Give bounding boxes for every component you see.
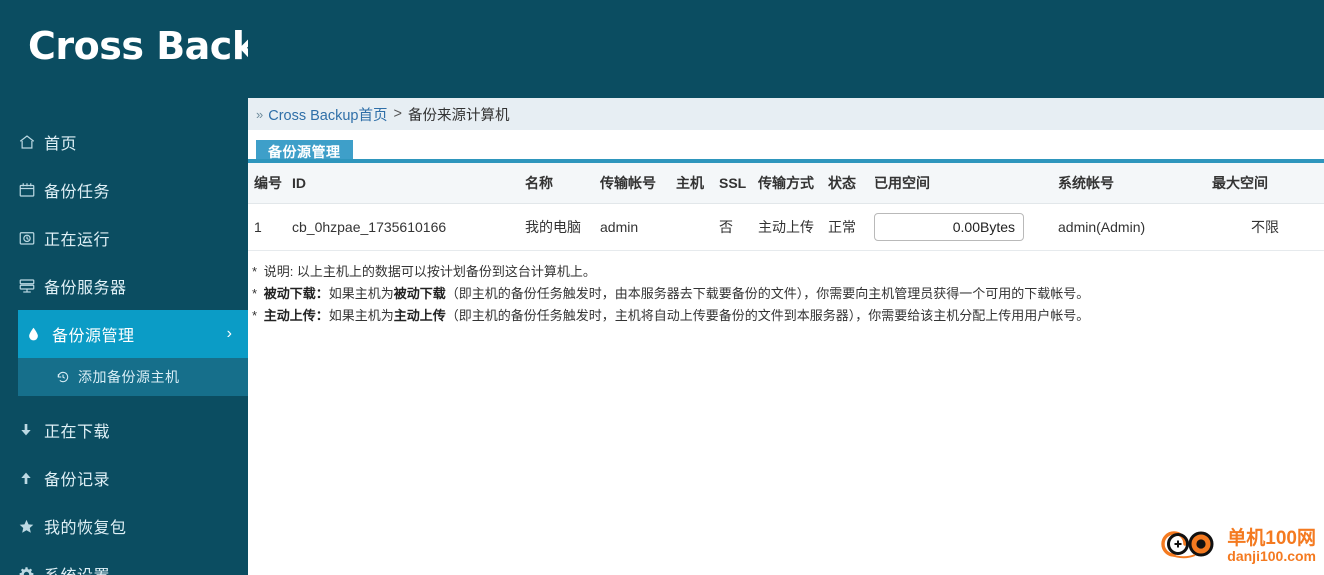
col-used-space: 已用空间: [868, 163, 1052, 204]
table-header-row: 编号 ID 名称 传输帐号 主机 SSL 传输方式 状态 已用空间 系统帐号 最…: [248, 163, 1324, 204]
sidebar-item-system-settings[interactable]: 系统设置: [0, 550, 248, 575]
note-lead: 被动下载：: [263, 286, 329, 301]
cell-max-space: 不限: [1206, 203, 1324, 251]
sidebar-item-label: 备份服务器: [44, 280, 127, 297]
col-max-space: 最大空间: [1206, 163, 1324, 204]
breadcrumb-home-link[interactable]: Cross Backup首页: [268, 104, 387, 125]
sidebar-item-label: 备份记录: [44, 472, 111, 489]
note-text-after: （即主机的备份任务触发时，由本服务器去下载要备份的文件），你需要向主机管理员获得…: [445, 286, 1090, 301]
arrow-up-icon: [18, 470, 44, 486]
sidebar-subitem-label: 添加备份源主机: [78, 369, 180, 385]
arrow-down-icon: [18, 422, 44, 438]
sidebar-subitem-add-backup-source-host[interactable]: 添加备份源主机: [18, 358, 248, 396]
tab-bar: 备份源管理: [248, 131, 1324, 164]
note-star: *: [252, 264, 258, 279]
sidebar-item-label: 正在下载: [44, 424, 111, 441]
sidebar-item-label: 我的恢复包: [44, 520, 127, 537]
note-lead: 说明:: [263, 264, 294, 279]
note-text-after: （即主机的备份任务触发时，主机将自动上传要备份的文件到本服务器），你需要给该主机…: [445, 308, 1090, 323]
droplet-icon: [26, 325, 52, 343]
cell-host: [670, 203, 713, 251]
watermark: 单机100网 danji100.com: [1161, 524, 1316, 569]
note-emphasis: 主动上传: [393, 308, 446, 323]
main-content: » Cross Backup首页 > 备份来源计算机 备份源管理 编号 ID 名…: [248, 0, 1324, 575]
watermark-cn: 单机100网: [1227, 528, 1316, 550]
cell-ssl: 否: [713, 203, 752, 251]
sidebar-item-label: 备份任务: [44, 184, 111, 201]
sidebar-item-backup-server[interactable]: 备份服务器: [0, 262, 248, 310]
table-row[interactable]: 1 cb_0hzpae_1735610166 我的电脑 admin 否 主动上传…: [248, 203, 1324, 251]
note-text: 以上主机上的数据可以按计划备份到这台计算机上。: [293, 264, 596, 279]
col-ssl: SSL: [713, 163, 752, 204]
server-icon: [18, 277, 44, 295]
breadcrumb-current: 备份来源计算机: [407, 107, 510, 124]
breadcrumb: » Cross Backup首页 > 备份来源计算机: [248, 98, 1324, 130]
gear-icon: [18, 566, 44, 575]
sidebar: Cross Backup 首页 备份任务: [0, 0, 248, 575]
col-system-account: 系统帐号: [1052, 163, 1206, 204]
sidebar-item-home[interactable]: 首页: [0, 118, 248, 166]
note-star: *: [252, 308, 258, 323]
watermark-en: danji100.com: [1227, 548, 1316, 565]
note-star: *: [252, 286, 258, 301]
app-window: Cross Backup 首页 备份任务: [0, 0, 1324, 575]
col-transfer-account: 传输帐号: [594, 163, 670, 204]
sidebar-item-backup-source-management[interactable]: 备份源管理 ›: [18, 310, 248, 358]
chevron-right-icon: ›: [226, 325, 232, 342]
cell-system-account: admin(Admin): [1052, 203, 1206, 251]
sidebar-item-running[interactable]: 正在运行: [0, 214, 248, 262]
used-space-field[interactable]: 0.00Bytes: [874, 213, 1024, 241]
sidebar-item-label: 正在运行: [44, 232, 111, 249]
col-id: ID: [286, 163, 519, 204]
watermark-text: 单机100网 danji100.com: [1227, 529, 1316, 564]
star-icon: [18, 518, 44, 535]
breadcrumb-prefix-icon: »: [256, 106, 264, 122]
sidebar-item-downloading[interactable]: 正在下载: [0, 406, 248, 454]
cell-id-link[interactable]: cb_0hzpae_1735610166: [286, 203, 519, 251]
note-text-before: 如果主机为: [328, 286, 394, 301]
history-clock-icon: [56, 370, 78, 384]
note-text-before: 如果主机为: [328, 308, 394, 323]
col-transfer-mode: 传输方式: [752, 163, 822, 204]
cell-transfer-account: admin: [594, 203, 670, 251]
sidebar-item-label: 系统设置: [44, 562, 110, 575]
note-lead: 主动上传：: [263, 308, 329, 323]
note-line-2: * 被动下载：如果主机为被动下载（即主机的备份任务触发时，由本服务器去下载要备份…: [252, 284, 1324, 304]
cell-transfer-mode: 主动上传: [752, 203, 822, 251]
cell-index: 1: [248, 203, 286, 251]
col-status: 状态: [822, 163, 868, 204]
col-index: 编号: [248, 163, 286, 204]
sidebar-nav: 首页 备份任务 正在运行 备份服务器 备份源管理 › 添加备份源主机 正在下载 …: [0, 118, 248, 575]
breadcrumb-separator: >: [393, 106, 402, 122]
watermark-logo-icon: [1161, 524, 1223, 569]
note-line-3: * 主动上传：如果主机为主动上传（即主机的备份任务触发时，主机将自动上传要备份的…: [252, 306, 1324, 326]
sidebar-item-backup-tasks[interactable]: 备份任务: [0, 166, 248, 214]
col-host: 主机: [670, 163, 713, 204]
home-icon: [18, 133, 44, 151]
app-title: Cross Backup: [28, 24, 248, 68]
note-line-1: * 说明: 以上主机上的数据可以按计划备份到这台计算机上。: [252, 262, 1324, 282]
note-emphasis: 被动下载: [393, 286, 446, 301]
cell-used-space: 0.00Bytes: [868, 203, 1052, 251]
backup-sources-table-wrapper: 编号 ID 名称 传输帐号 主机 SSL 传输方式 状态 已用空间 系统帐号 最…: [248, 163, 1324, 251]
sidebar-item-backup-records[interactable]: 备份记录: [0, 454, 248, 502]
top-banner: [248, 0, 1324, 98]
running-clock-icon: [18, 229, 44, 247]
sidebar-item-label: 备份源管理: [52, 328, 135, 345]
sidebar-item-label: 首页: [44, 136, 78, 153]
backup-sources-table: 编号 ID 名称 传输帐号 主机 SSL 传输方式 状态 已用空间 系统帐号 最…: [248, 163, 1324, 251]
col-name: 名称: [519, 163, 594, 204]
calendar-icon: [18, 181, 44, 199]
table-body: 1 cb_0hzpae_1735610166 我的电脑 admin 否 主动上传…: [248, 203, 1324, 251]
cell-status: 正常: [822, 203, 868, 251]
notes-section: * 说明: 以上主机上的数据可以按计划备份到这台计算机上。 * 被动下载：如果主…: [248, 262, 1324, 328]
table-head: 编号 ID 名称 传输帐号 主机 SSL 传输方式 状态 已用空间 系统帐号 最…: [248, 163, 1324, 204]
cell-name-link[interactable]: 我的电脑: [519, 203, 594, 251]
sidebar-item-my-recovery-packages[interactable]: 我的恢复包: [0, 502, 248, 550]
